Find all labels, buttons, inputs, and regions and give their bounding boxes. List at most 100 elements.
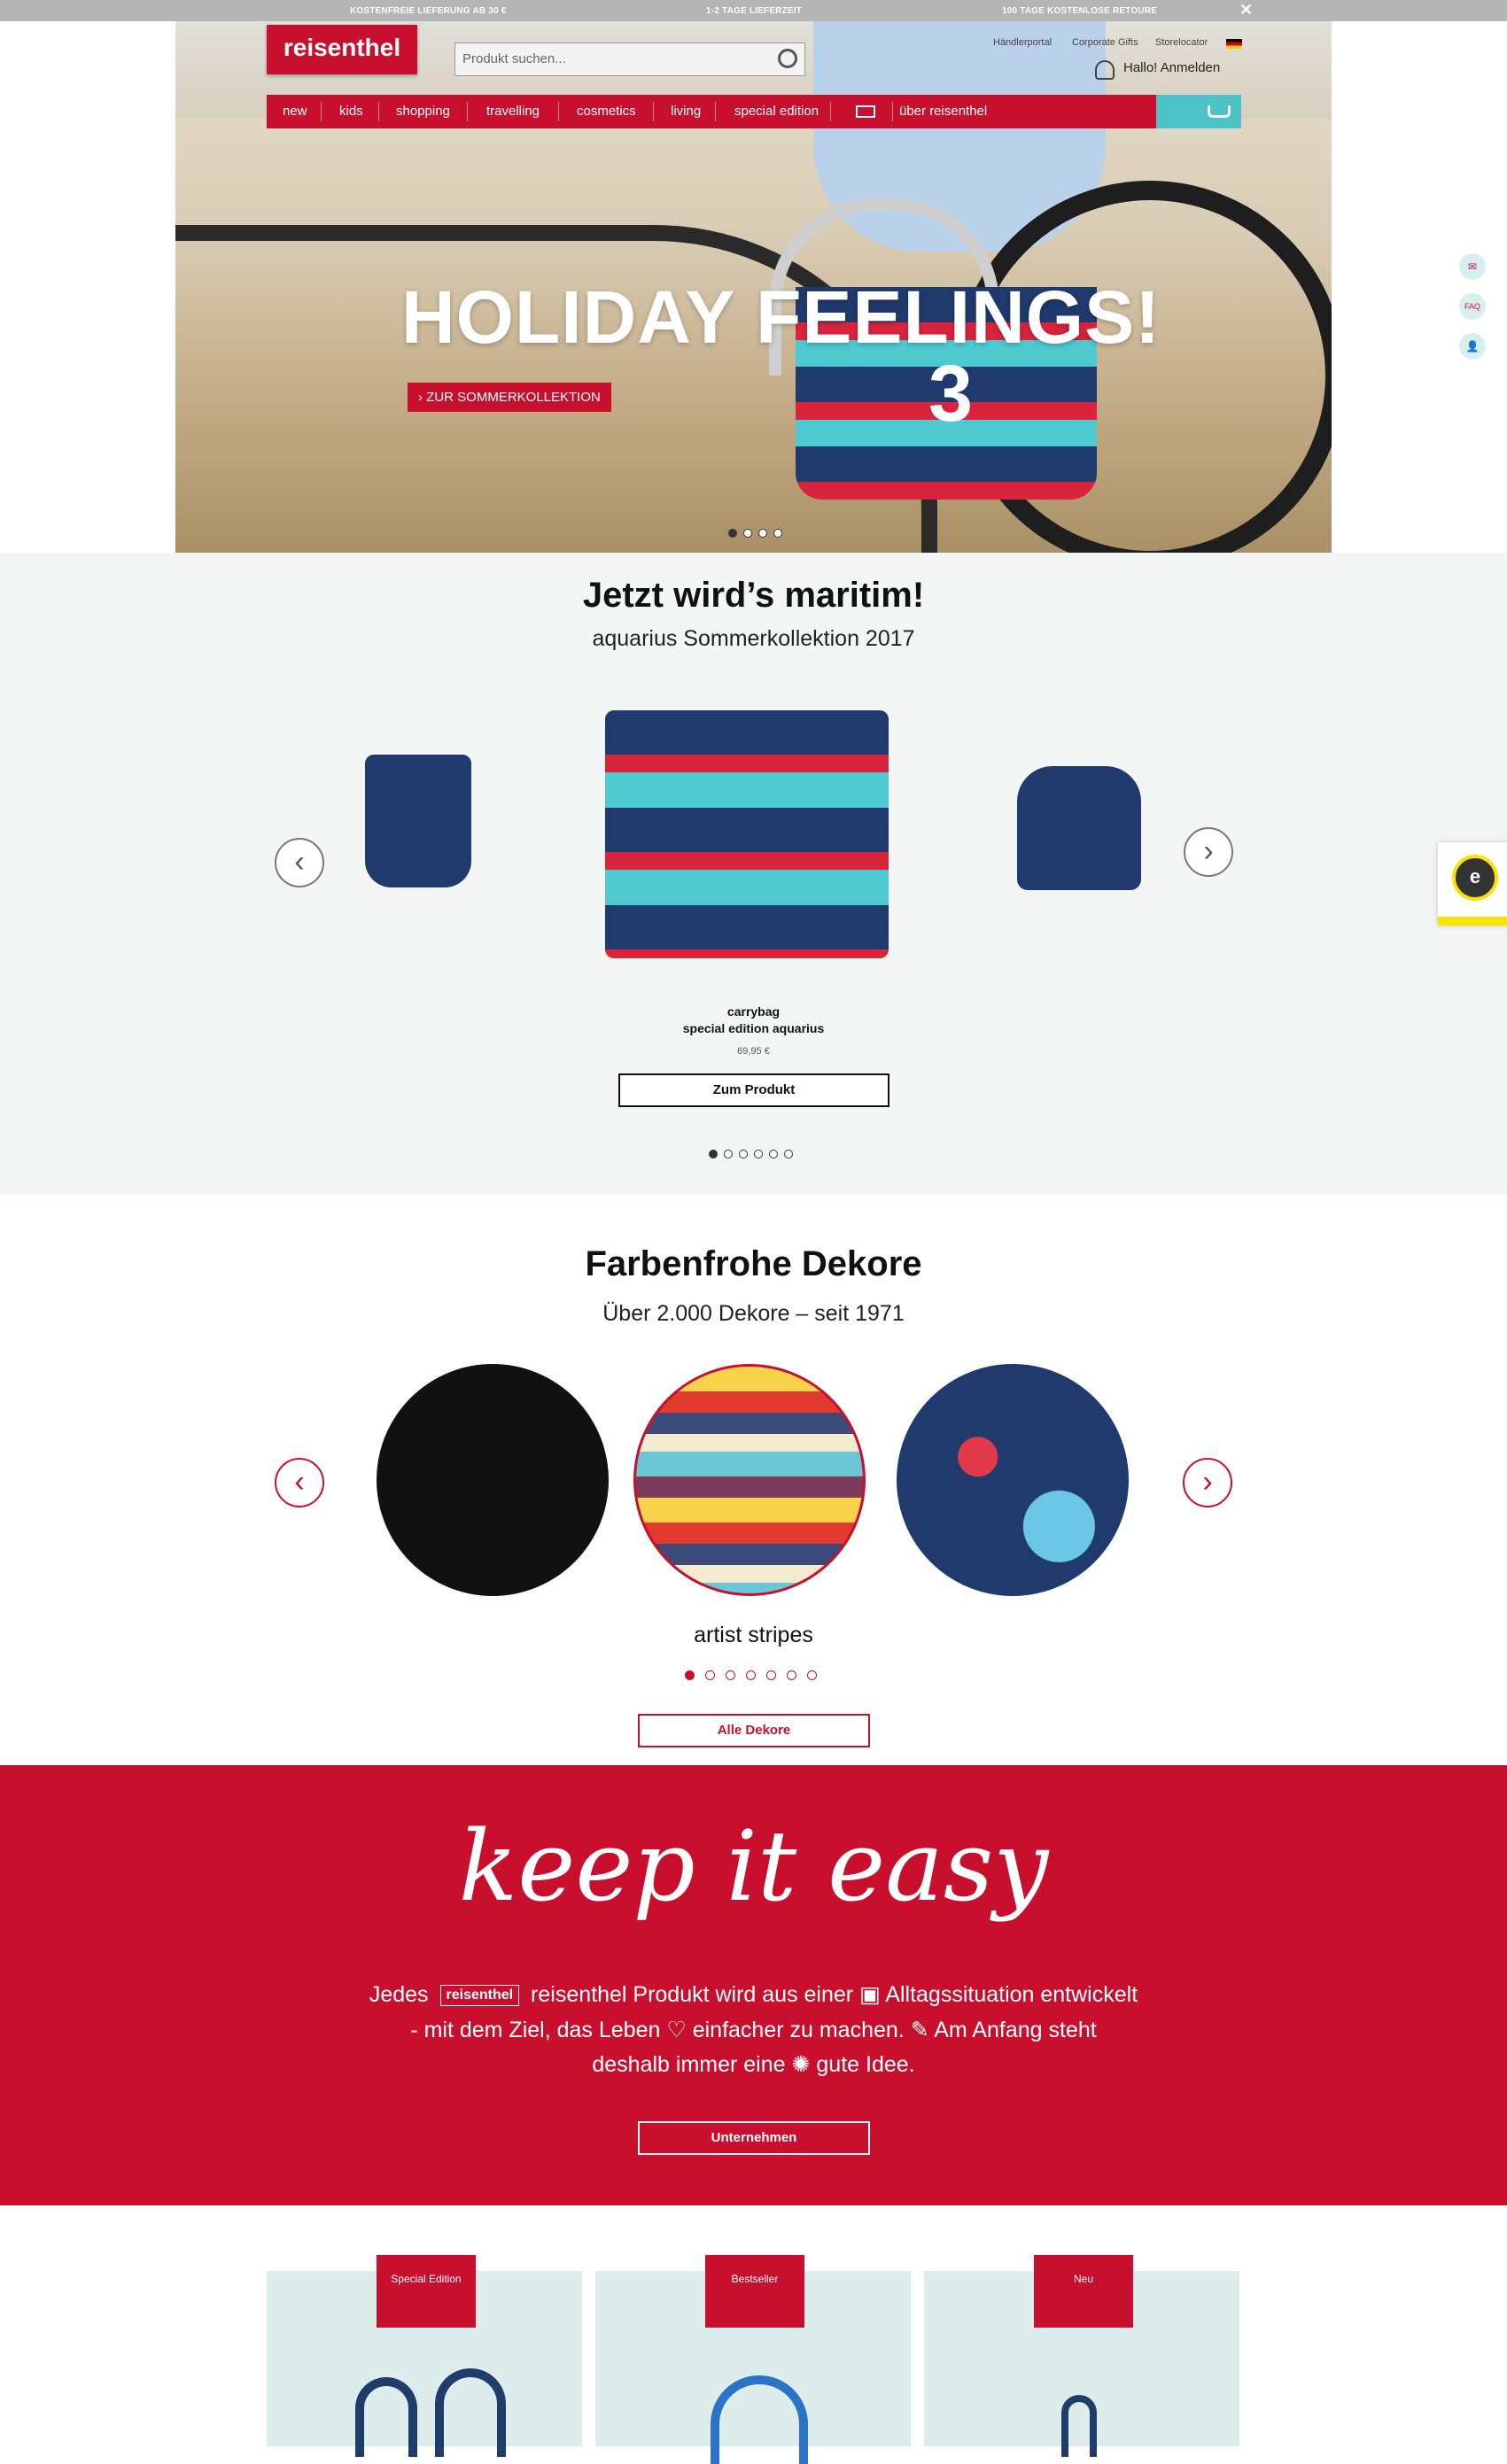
faq-icon[interactable]: FAQ: [1459, 293, 1486, 320]
maritim-subtitle: aquarius Sommerkollektion 2017: [592, 626, 915, 651]
trusted-shops-badge[interactable]: e: [1438, 842, 1507, 926]
trusted-shops-seal-icon: e: [1452, 855, 1498, 901]
slider-dot[interactable]: [709, 1150, 718, 1158]
slider-dot[interactable]: [773, 529, 782, 538]
product-name: carrybag special edition aquarius: [0, 1003, 1507, 1037]
nav-divider: [321, 102, 322, 121]
nav-divider: [558, 102, 559, 121]
lightbulb-icon: ✺: [791, 2052, 811, 2077]
brand-logo[interactable]: reisenthel: [267, 25, 417, 74]
login-label: Hallo! Anmelden: [1123, 60, 1221, 75]
mail-icon[interactable]: ✉: [1459, 253, 1486, 280]
user-icon: [1095, 60, 1115, 80]
nav-cosmetics[interactable]: cosmetics: [577, 104, 636, 119]
search-input[interactable]: Produkt suchen...: [454, 43, 805, 76]
slider-dot[interactable]: [769, 1150, 778, 1158]
hero-slider-dots[interactable]: [728, 529, 782, 538]
nav-special-edition[interactable]: special edition: [734, 104, 819, 119]
nav-living[interactable]: living: [671, 104, 701, 119]
company-button[interactable]: Unternehmen: [638, 2121, 870, 2155]
dealer-portal-link[interactable]: Händlerportal: [993, 37, 1052, 48]
product-image-mini-bag[interactable]: [365, 755, 471, 887]
product-next-arrow[interactable]: ›: [1184, 827, 1233, 877]
free-delivery-note: KOSTENFREIE LIEFERUNG AB 30 €: [350, 6, 507, 16]
decor-slider-dots[interactable]: [685, 1670, 817, 1680]
product-image-carrybag[interactable]: [605, 710, 889, 958]
tag-bestseller: Bestseller: [705, 2255, 804, 2328]
slider-dot[interactable]: [746, 1670, 756, 1680]
keep-it-easy-script: keep it easy: [458, 1809, 1049, 1923]
slider-dot[interactable]: [787, 1670, 796, 1680]
slider-dot[interactable]: [726, 1670, 735, 1680]
top-info-bar: KOSTENFREIE LIEFERUNG AB 30 € 1-2 TAGE L…: [0, 0, 1507, 21]
hero-title: HOLIDAY FEELINGS!: [401, 275, 1161, 359]
product-name-line-1: carrybag: [726, 1004, 781, 1019]
close-icon[interactable]: ✕: [1239, 1, 1253, 19]
decor-prev-arrow[interactable]: ‹: [275, 1458, 324, 1507]
basket-icon: [1208, 105, 1231, 118]
nav-about-reisenthel[interactable]: über reisenthel: [899, 104, 987, 119]
storelocator-link[interactable]: Storelocator: [1155, 37, 1208, 48]
tag-new: Neu: [1034, 2255, 1133, 2328]
tile-bag-handle: [1061, 2395, 1097, 2457]
product-name-line-2: special edition aquarius: [682, 1021, 825, 1035]
slider-dot[interactable]: [743, 529, 752, 538]
dekore-title: Farbenfrohe Dekore: [585, 1244, 922, 1283]
cart-button[interactable]: [1156, 95, 1241, 128]
calendar-icon: ▣: [859, 1982, 881, 2007]
keep-text: Jedes: [369, 1982, 429, 2007]
contact-person-icon[interactable]: 👤: [1459, 333, 1486, 360]
tile-bag-handle: [435, 2368, 506, 2457]
nav-travelling[interactable]: travelling: [486, 104, 540, 119]
slider-dot[interactable]: [784, 1150, 793, 1158]
german-flag-icon[interactable]: [1226, 39, 1242, 49]
keep-text: einfacher zu machen.: [692, 2018, 905, 2042]
slider-dot[interactable]: [739, 1150, 748, 1158]
decor-black[interactable]: [377, 1364, 609, 1596]
heart-icon: ♡: [666, 2018, 687, 2042]
keep-text: - mit dem Ziel, das Leben: [410, 2018, 661, 2042]
tag-special-edition: Special Edition: [377, 2255, 476, 2328]
product-slider-dots[interactable]: [709, 1150, 793, 1158]
sewing-machine-icon[interactable]: [856, 105, 875, 118]
slider-dot[interactable]: [766, 1670, 776, 1680]
decor-artist-stripes[interactable]: [633, 1364, 866, 1596]
product-image-travel-bag[interactable]: [1017, 766, 1141, 890]
decor-aquarius[interactable]: [897, 1364, 1129, 1596]
summer-collection-button[interactable]: › ZUR SOMMERKOLLEKTION: [408, 383, 611, 412]
search-placeholder: Produkt suchen...: [462, 51, 566, 66]
product-prev-arrow[interactable]: ‹: [275, 838, 324, 887]
nav-kids[interactable]: kids: [339, 104, 363, 119]
nav-shopping[interactable]: shopping: [396, 104, 450, 119]
nav-divider: [467, 102, 468, 121]
keep-text: reisenthel Produkt wird aus einer: [531, 1982, 854, 2007]
all-decors-button[interactable]: Alle Dekore: [638, 1714, 870, 1747]
decor-name: artist stripes: [694, 1623, 813, 1647]
nav-divider: [653, 102, 654, 121]
slider-dot[interactable]: [807, 1670, 817, 1680]
keep-it-easy-section: keep it easy Jedes reisenthel reisenthel…: [0, 1765, 1507, 2205]
keep-text: Alltagssituation entwickelt: [885, 1982, 1138, 2007]
maritim-title: Jetzt wird’s maritim!: [582, 576, 925, 615]
reisenthel-mini-logo: reisenthel: [439, 1985, 520, 2007]
nav-new[interactable]: new: [283, 104, 307, 119]
search-icon[interactable]: [778, 49, 797, 68]
pencil-icon: ✎: [910, 2018, 929, 2042]
delivery-time-note: 1-2 TAGE LIEFERZEIT: [706, 6, 803, 16]
main-navigation: new kids shopping travelling cosmetics l…: [267, 95, 1156, 128]
login-link[interactable]: Hallo! Anmelden: [1095, 60, 1221, 80]
nav-divider: [830, 102, 831, 121]
tile-bag-handle: [355, 2377, 417, 2457]
tile-bag-handle: [711, 2375, 808, 2464]
slider-dot[interactable]: [728, 529, 737, 538]
slider-dot[interactable]: [754, 1150, 763, 1158]
corporate-gifts-link[interactable]: Corporate Gifts: [1072, 37, 1138, 48]
slider-dot[interactable]: [758, 529, 767, 538]
nav-divider: [378, 102, 379, 121]
decor-next-arrow[interactable]: ›: [1183, 1458, 1232, 1507]
to-product-button[interactable]: Zum Produkt: [618, 1073, 889, 1107]
slider-dot[interactable]: [685, 1670, 695, 1680]
slider-dot[interactable]: [705, 1670, 715, 1680]
slider-dot[interactable]: [724, 1150, 733, 1158]
dekore-subtitle: Über 2.000 Dekore – seit 1971: [602, 1301, 905, 1326]
